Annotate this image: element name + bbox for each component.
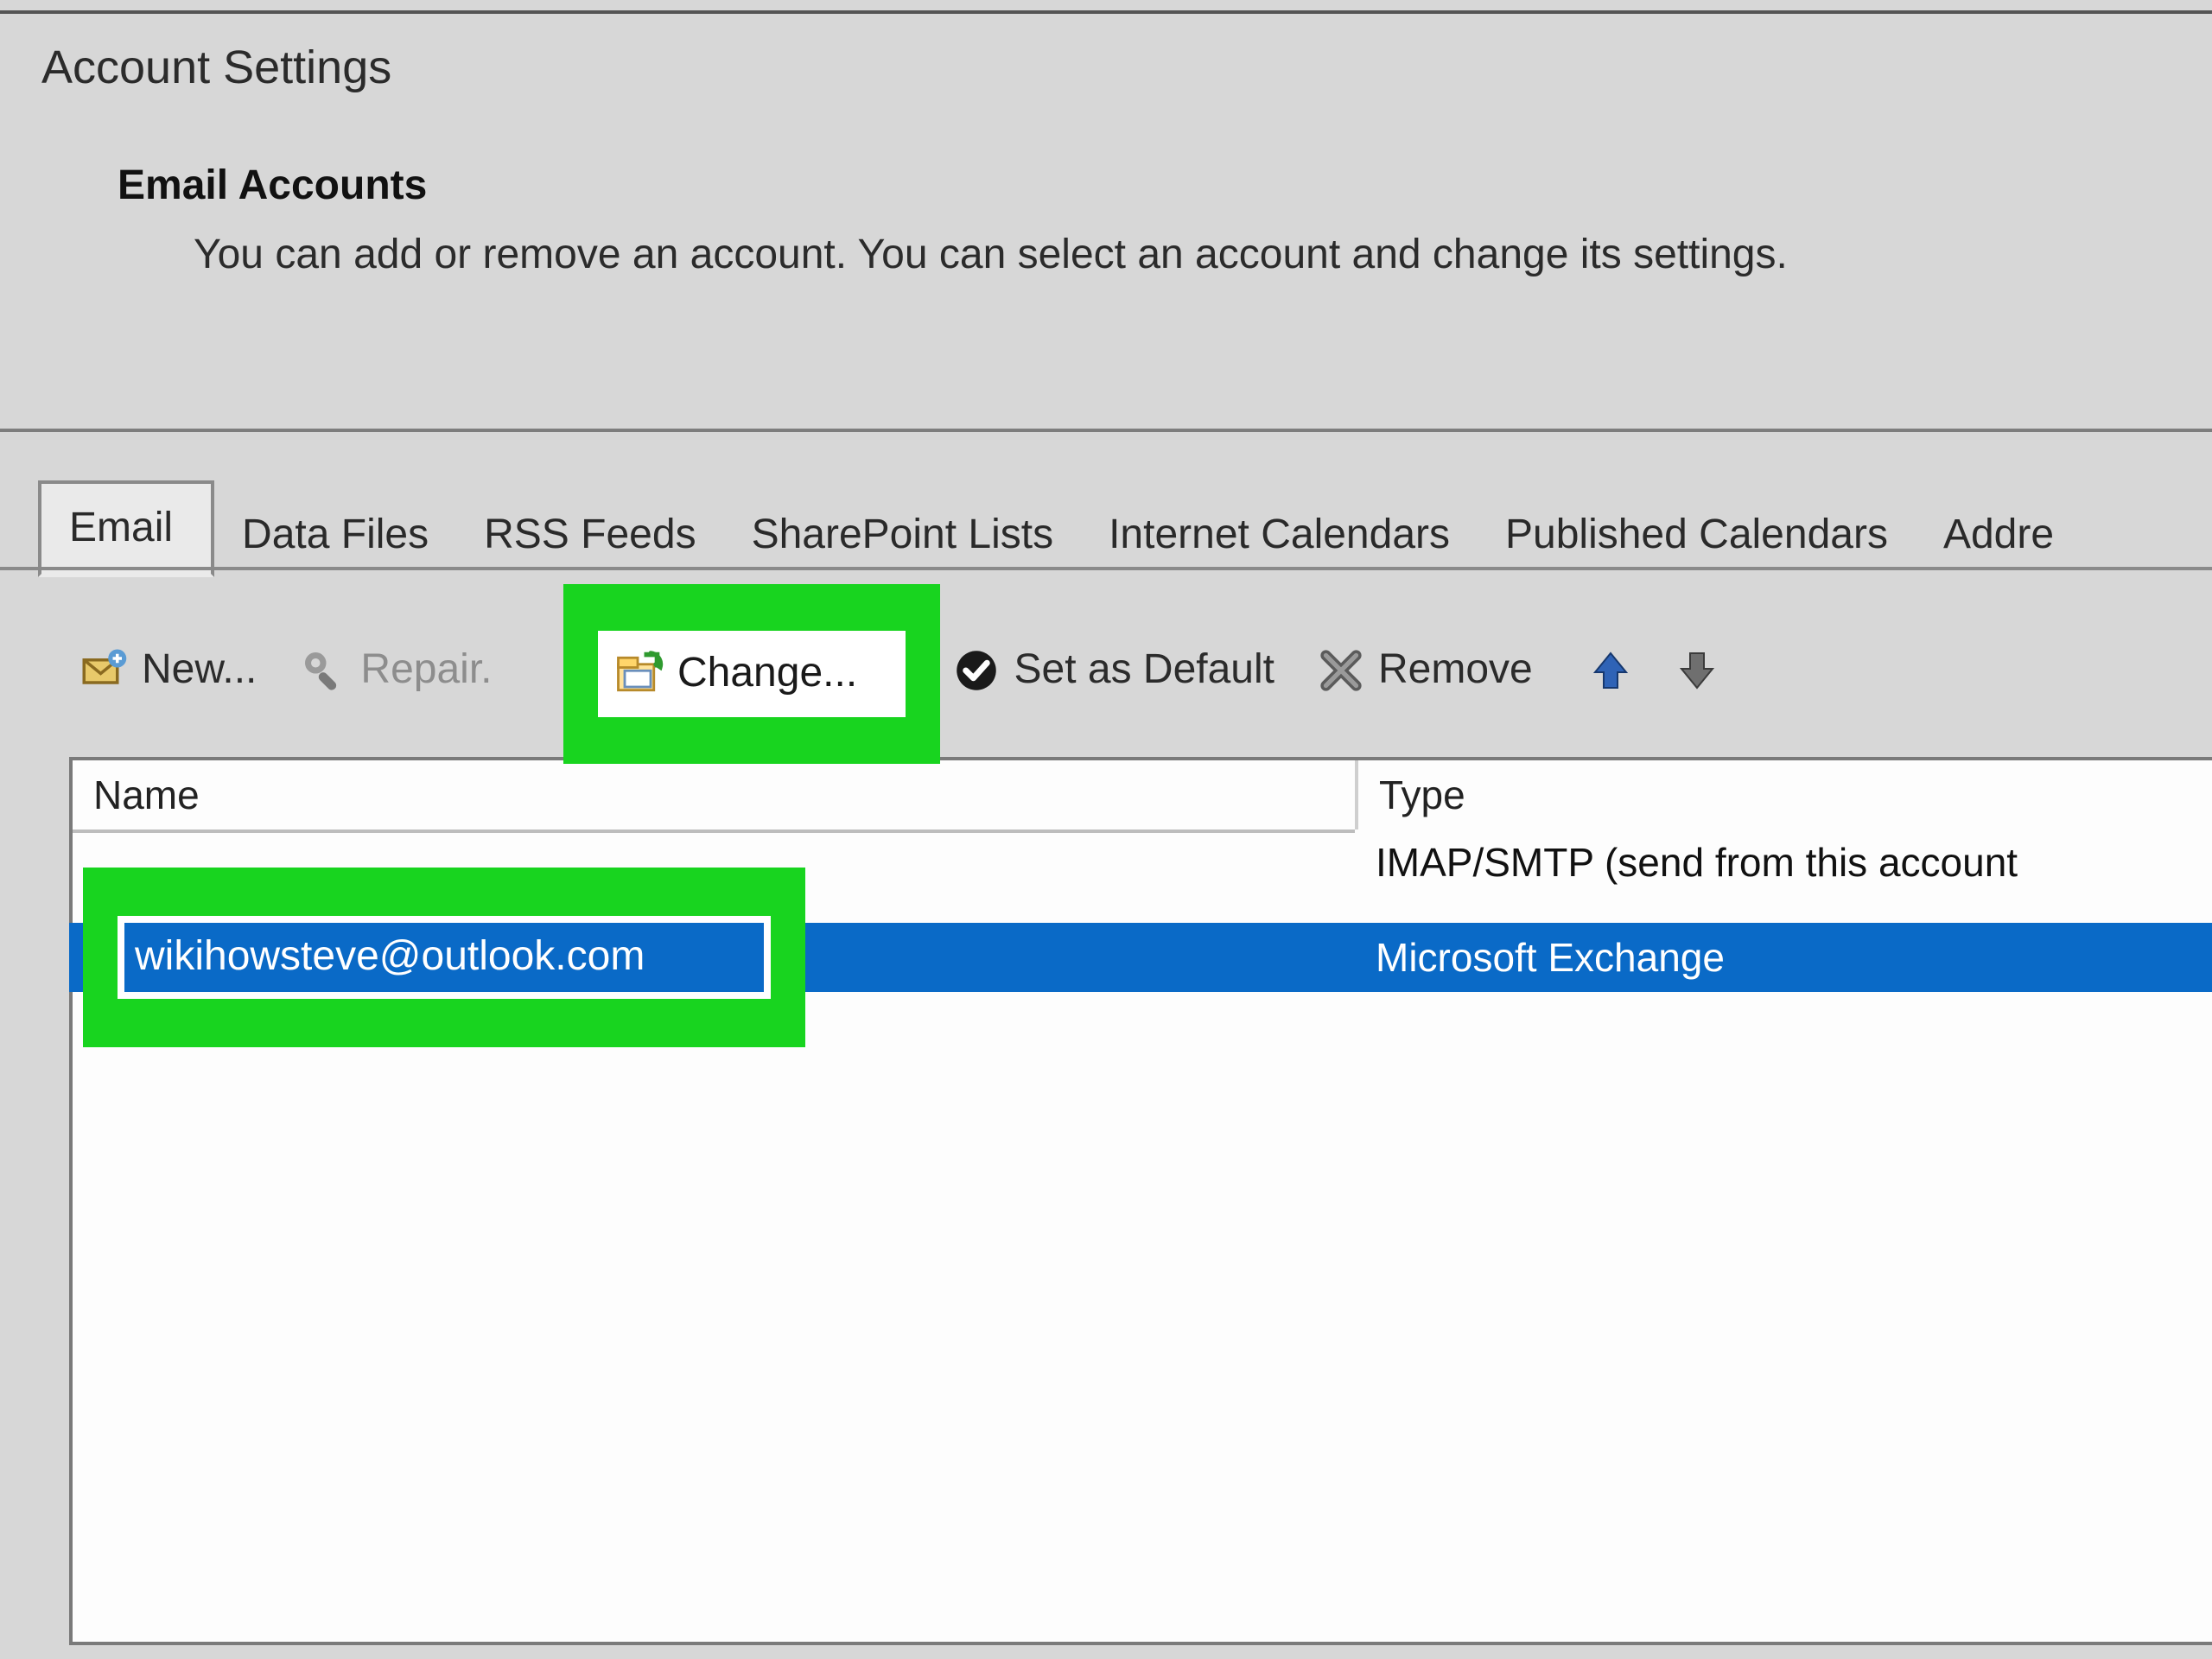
selected-account-highlight: wikihowsteve@outlook.com <box>83 868 805 1047</box>
change-folder-icon <box>612 648 664 700</box>
tab-rss-feeds[interactable]: RSS Feeds <box>456 491 723 574</box>
change-account-label: Change... <box>677 650 857 698</box>
tab-underline <box>0 567 2212 570</box>
page-title: Account Settings <box>41 41 391 95</box>
set-default-label: Set as Default <box>1014 646 1275 695</box>
tabs-separator <box>0 429 2212 432</box>
column-header-type[interactable]: Type <box>1358 760 2212 830</box>
move-up-button[interactable] <box>1588 648 1633 693</box>
account-type-cell: IMAP/SMTP (send from this account <box>1355 830 2212 895</box>
remove-x-icon <box>1316 646 1364 695</box>
selected-account-name[interactable]: wikihowsteve@outlook.com <box>118 916 771 999</box>
remove-account-button[interactable]: Remove <box>1306 639 1543 702</box>
column-header-name[interactable]: Name <box>73 760 1358 830</box>
section-description: You can add or remove an account. You ca… <box>194 232 1788 280</box>
change-button-highlight: Change... <box>563 584 940 764</box>
mail-new-icon <box>79 646 128 695</box>
tab-internet-calendars[interactable]: Internet Calendars <box>1081 491 1478 574</box>
repair-account-button[interactable]: Repair. <box>288 639 502 702</box>
repair-account-label: Repair. <box>360 646 492 695</box>
section-heading: Email Accounts <box>118 162 427 211</box>
new-account-button[interactable]: New... <box>69 639 267 702</box>
window-top-border <box>0 10 2212 14</box>
tab-email[interactable]: Email <box>38 480 214 577</box>
tab-strip: Email Data Files RSS Feeds SharePoint Li… <box>38 480 2082 574</box>
accounts-table-header: Name Type <box>73 760 2212 833</box>
tab-sharepoint-lists[interactable]: SharePoint Lists <box>724 491 1082 574</box>
new-account-label: New... <box>142 646 257 695</box>
remove-account-label: Remove <box>1378 646 1533 695</box>
checkmark-circle-icon <box>952 646 1001 695</box>
move-down-button[interactable] <box>1675 648 1719 693</box>
set-default-button[interactable]: Set as Default <box>942 639 1286 702</box>
change-account-button[interactable]: Change... <box>598 631 906 717</box>
selected-account-name-text: wikihowsteve@outlook.com <box>124 933 645 982</box>
account-type-cell: Microsoft Exchange <box>1355 923 2212 992</box>
tab-data-files[interactable]: Data Files <box>214 491 456 574</box>
wrench-gear-icon <box>298 646 346 695</box>
tab-published-calendars[interactable]: Published Calendars <box>1478 491 1916 574</box>
tab-address-books[interactable]: Addre <box>1916 491 2082 574</box>
